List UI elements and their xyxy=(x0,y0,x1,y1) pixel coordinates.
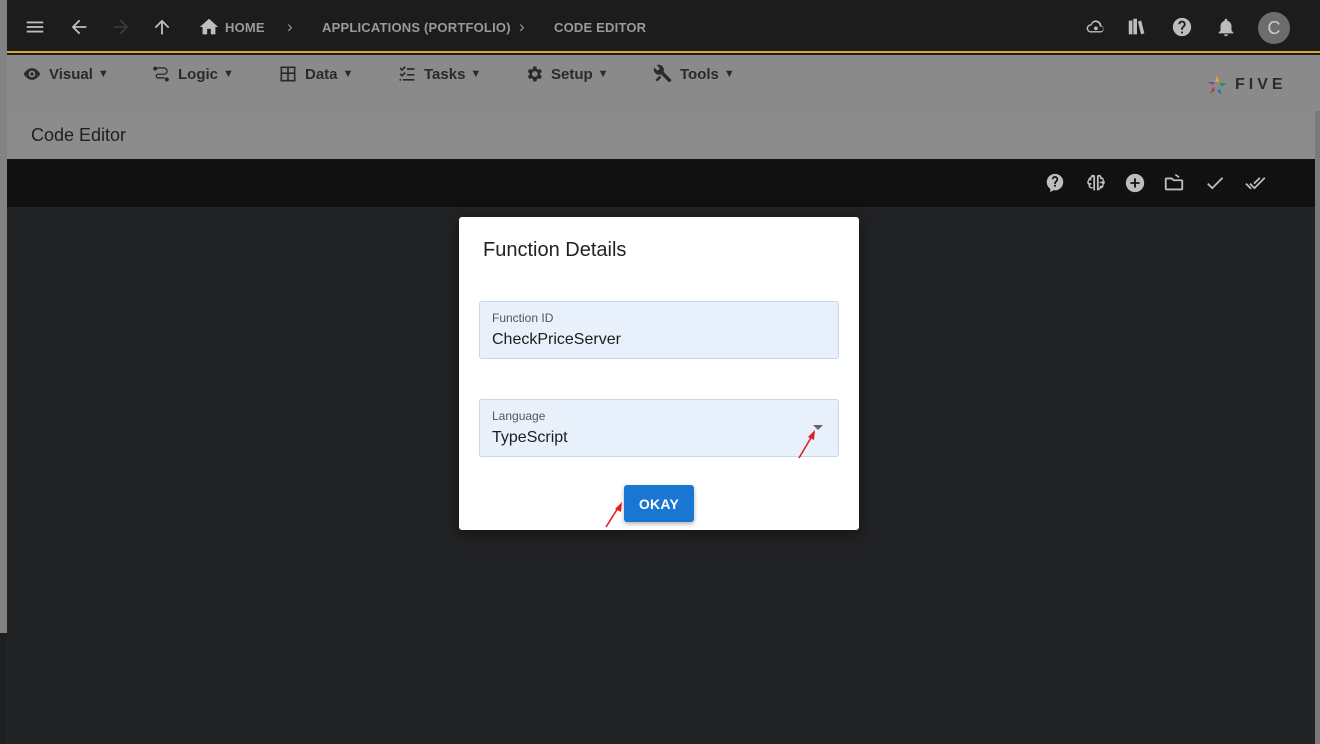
annotation-arrow-icon xyxy=(798,430,815,459)
menu-icon[interactable] xyxy=(22,14,48,40)
five-logo-text: FIVE xyxy=(1235,76,1287,93)
menu-data[interactable]: Data ▼ xyxy=(278,64,353,84)
top-bar: HOME › APPLICATIONS (PORTFOLIO) › CODE E… xyxy=(0,0,1320,53)
breadcrumb-separator: › xyxy=(519,17,525,36)
menu-data-arrow: ▼ xyxy=(342,68,354,80)
left-edge xyxy=(0,0,7,633)
add-circle-icon[interactable] xyxy=(1123,171,1147,195)
function-id-field[interactable]: Function ID CheckPriceServer xyxy=(479,301,839,359)
menu-visual-arrow: ▼ xyxy=(97,68,109,80)
table-icon xyxy=(280,66,296,82)
checklist-icon xyxy=(399,66,415,81)
menu-tasks-arrow: ▼ xyxy=(470,68,482,80)
menu-data-label: Data xyxy=(305,65,338,83)
five-logo: FIVE xyxy=(1205,73,1287,97)
menu-logic[interactable]: Logic ▼ xyxy=(151,64,234,84)
breadcrumb-home[interactable]: HOME xyxy=(225,20,265,35)
function-id-value[interactable]: CheckPriceServer xyxy=(492,331,621,349)
double-check-icon[interactable] xyxy=(1243,171,1267,195)
menu-tools-label: Tools xyxy=(680,65,719,83)
folder-open-icon[interactable] xyxy=(1162,171,1186,195)
function-id-label: Function ID xyxy=(492,311,554,325)
help-bubble-icon[interactable] xyxy=(1043,171,1067,195)
avatar[interactable]: C xyxy=(1258,12,1290,44)
menu-visual[interactable]: Visual ▼ xyxy=(22,64,109,84)
back-arrow-icon[interactable] xyxy=(66,14,92,40)
bell-icon[interactable] xyxy=(1213,14,1239,40)
five-logo-mark-icon xyxy=(1207,75,1227,95)
dialog-title: Function Details xyxy=(483,239,627,261)
language-select[interactable]: Language TypeScript xyxy=(479,399,839,457)
home-icon[interactable] xyxy=(196,14,222,40)
language-value[interactable]: TypeScript xyxy=(492,429,568,447)
logic-flow-icon xyxy=(153,66,169,82)
brain-icon[interactable] xyxy=(1084,171,1108,195)
gear-icon xyxy=(527,66,542,82)
wrench-icon xyxy=(653,64,672,83)
page-title: Code Editor xyxy=(31,125,127,145)
menu-visual-label: Visual xyxy=(49,65,93,83)
library-icon[interactable] xyxy=(1124,14,1150,40)
check-icon[interactable] xyxy=(1203,171,1227,195)
annotation-arrow-icon xyxy=(605,502,622,528)
menu-tasks[interactable]: Tasks ▼ xyxy=(397,64,481,84)
menu-tools[interactable]: Tools ▼ xyxy=(653,64,735,84)
breadcrumb-applications[interactable]: APPLICATIONS (PORTFOLIO) xyxy=(322,20,511,35)
menu-setup-arrow: ▼ xyxy=(597,68,609,80)
menu-tools-arrow: ▼ xyxy=(723,68,735,80)
menu-bar: Visual ▼ Logic ▼ Data ▼ Tasks ▼ Setup ▼ … xyxy=(0,55,1320,111)
breadcrumb-code-editor: CODE EDITOR xyxy=(554,20,647,35)
menu-logic-label: Logic xyxy=(178,65,218,83)
menu-logic-arrow: ▼ xyxy=(223,68,234,80)
language-label: Language xyxy=(492,409,546,423)
function-details-dialog: Function Details Function ID CheckPriceS… xyxy=(459,217,859,530)
eye-icon xyxy=(23,68,41,80)
breadcrumb-separator: › xyxy=(287,17,293,36)
cloud-sync-icon[interactable] xyxy=(1082,14,1108,40)
okay-button[interactable]: OKAY xyxy=(624,485,694,522)
menu-tasks-label: Tasks xyxy=(424,65,466,83)
menu-setup[interactable]: Setup ▼ xyxy=(524,64,609,84)
help-icon[interactable] xyxy=(1169,14,1195,40)
page-header: Code Editor xyxy=(0,111,1320,159)
editor-toolbar xyxy=(7,159,1315,207)
right-edge xyxy=(1315,111,1320,744)
menu-setup-label: Setup xyxy=(551,65,593,83)
forward-arrow-icon[interactable] xyxy=(108,14,134,40)
up-arrow-icon[interactable] xyxy=(149,14,175,40)
